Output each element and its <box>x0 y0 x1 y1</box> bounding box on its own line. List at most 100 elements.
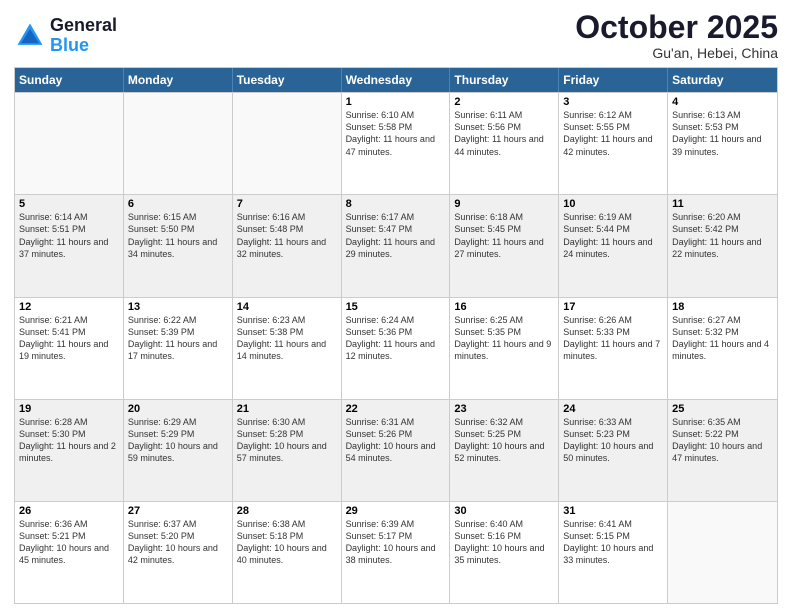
table-row: 6Sunrise: 6:15 AM Sunset: 5:50 PM Daylig… <box>124 195 233 296</box>
table-row: 18Sunrise: 6:27 AM Sunset: 5:32 PM Dayli… <box>668 298 777 399</box>
day-number: 27 <box>128 505 228 517</box>
calendar-week-4: 19Sunrise: 6:28 AM Sunset: 5:30 PM Dayli… <box>15 399 777 501</box>
day-number: 30 <box>454 505 554 517</box>
table-row <box>668 502 777 603</box>
table-row: 15Sunrise: 6:24 AM Sunset: 5:36 PM Dayli… <box>342 298 451 399</box>
table-row: 5Sunrise: 6:14 AM Sunset: 5:51 PM Daylig… <box>15 195 124 296</box>
day-number: 31 <box>563 505 663 517</box>
logo: General Blue <box>14 16 117 56</box>
day-number: 22 <box>346 403 446 415</box>
day-info: Sunrise: 6:31 AM Sunset: 5:26 PM Dayligh… <box>346 416 446 465</box>
day-info: Sunrise: 6:37 AM Sunset: 5:20 PM Dayligh… <box>128 518 228 567</box>
day-info: Sunrise: 6:26 AM Sunset: 5:33 PM Dayligh… <box>563 314 663 363</box>
day-number: 1 <box>346 96 446 108</box>
day-info: Sunrise: 6:20 AM Sunset: 5:42 PM Dayligh… <box>672 211 773 260</box>
table-row: 19Sunrise: 6:28 AM Sunset: 5:30 PM Dayli… <box>15 400 124 501</box>
table-row: 10Sunrise: 6:19 AM Sunset: 5:44 PM Dayli… <box>559 195 668 296</box>
logo-line2: Blue <box>50 35 89 55</box>
table-row: 26Sunrise: 6:36 AM Sunset: 5:21 PM Dayli… <box>15 502 124 603</box>
weekday-friday: Friday <box>559 68 668 92</box>
calendar-body: 1Sunrise: 6:10 AM Sunset: 5:58 PM Daylig… <box>15 92 777 603</box>
table-row: 2Sunrise: 6:11 AM Sunset: 5:56 PM Daylig… <box>450 93 559 194</box>
day-number: 13 <box>128 301 228 313</box>
logo-text: General Blue <box>50 16 117 56</box>
day-info: Sunrise: 6:13 AM Sunset: 5:53 PM Dayligh… <box>672 109 773 158</box>
day-number: 8 <box>346 198 446 210</box>
day-number: 14 <box>237 301 337 313</box>
day-info: Sunrise: 6:38 AM Sunset: 5:18 PM Dayligh… <box>237 518 337 567</box>
table-row: 30Sunrise: 6:40 AM Sunset: 5:16 PM Dayli… <box>450 502 559 603</box>
day-number: 17 <box>563 301 663 313</box>
table-row: 21Sunrise: 6:30 AM Sunset: 5:28 PM Dayli… <box>233 400 342 501</box>
table-row: 25Sunrise: 6:35 AM Sunset: 5:22 PM Dayli… <box>668 400 777 501</box>
weekday-sunday: Sunday <box>15 68 124 92</box>
calendar-header: Sunday Monday Tuesday Wednesday Thursday… <box>15 68 777 92</box>
day-number: 26 <box>19 505 119 517</box>
day-number: 7 <box>237 198 337 210</box>
day-number: 6 <box>128 198 228 210</box>
day-number: 16 <box>454 301 554 313</box>
day-info: Sunrise: 6:10 AM Sunset: 5:58 PM Dayligh… <box>346 109 446 158</box>
day-number: 24 <box>563 403 663 415</box>
day-number: 9 <box>454 198 554 210</box>
day-info: Sunrise: 6:35 AM Sunset: 5:22 PM Dayligh… <box>672 416 773 465</box>
table-row: 9Sunrise: 6:18 AM Sunset: 5:45 PM Daylig… <box>450 195 559 296</box>
day-number: 5 <box>19 198 119 210</box>
day-info: Sunrise: 6:18 AM Sunset: 5:45 PM Dayligh… <box>454 211 554 260</box>
day-info: Sunrise: 6:12 AM Sunset: 5:55 PM Dayligh… <box>563 109 663 158</box>
day-number: 2 <box>454 96 554 108</box>
weekday-wednesday: Wednesday <box>342 68 451 92</box>
day-info: Sunrise: 6:23 AM Sunset: 5:38 PM Dayligh… <box>237 314 337 363</box>
day-info: Sunrise: 6:19 AM Sunset: 5:44 PM Dayligh… <box>563 211 663 260</box>
location-subtitle: Gu'an, Hebei, China <box>575 45 778 61</box>
day-info: Sunrise: 6:15 AM Sunset: 5:50 PM Dayligh… <box>128 211 228 260</box>
table-row: 16Sunrise: 6:25 AM Sunset: 5:35 PM Dayli… <box>450 298 559 399</box>
day-info: Sunrise: 6:21 AM Sunset: 5:41 PM Dayligh… <box>19 314 119 363</box>
table-row: 17Sunrise: 6:26 AM Sunset: 5:33 PM Dayli… <box>559 298 668 399</box>
weekday-tuesday: Tuesday <box>233 68 342 92</box>
day-number: 28 <box>237 505 337 517</box>
table-row: 13Sunrise: 6:22 AM Sunset: 5:39 PM Dayli… <box>124 298 233 399</box>
day-number: 20 <box>128 403 228 415</box>
day-info: Sunrise: 6:29 AM Sunset: 5:29 PM Dayligh… <box>128 416 228 465</box>
day-number: 10 <box>563 198 663 210</box>
weekday-saturday: Saturday <box>668 68 777 92</box>
page: General Blue October 2025 Gu'an, Hebei, … <box>0 0 792 612</box>
day-number: 11 <box>672 198 773 210</box>
day-number: 4 <box>672 96 773 108</box>
table-row: 4Sunrise: 6:13 AM Sunset: 5:53 PM Daylig… <box>668 93 777 194</box>
day-number: 3 <box>563 96 663 108</box>
table-row: 1Sunrise: 6:10 AM Sunset: 5:58 PM Daylig… <box>342 93 451 194</box>
table-row <box>124 93 233 194</box>
table-row: 27Sunrise: 6:37 AM Sunset: 5:20 PM Dayli… <box>124 502 233 603</box>
table-row <box>15 93 124 194</box>
day-info: Sunrise: 6:40 AM Sunset: 5:16 PM Dayligh… <box>454 518 554 567</box>
title-block: October 2025 Gu'an, Hebei, China <box>575 10 778 61</box>
day-number: 25 <box>672 403 773 415</box>
table-row <box>233 93 342 194</box>
day-number: 19 <box>19 403 119 415</box>
day-info: Sunrise: 6:30 AM Sunset: 5:28 PM Dayligh… <box>237 416 337 465</box>
table-row: 29Sunrise: 6:39 AM Sunset: 5:17 PM Dayli… <box>342 502 451 603</box>
weekday-monday: Monday <box>124 68 233 92</box>
calendar: Sunday Monday Tuesday Wednesday Thursday… <box>14 67 778 604</box>
day-info: Sunrise: 6:36 AM Sunset: 5:21 PM Dayligh… <box>19 518 119 567</box>
table-row: 7Sunrise: 6:16 AM Sunset: 5:48 PM Daylig… <box>233 195 342 296</box>
day-info: Sunrise: 6:16 AM Sunset: 5:48 PM Dayligh… <box>237 211 337 260</box>
day-number: 23 <box>454 403 554 415</box>
day-info: Sunrise: 6:33 AM Sunset: 5:23 PM Dayligh… <box>563 416 663 465</box>
logo-line1: General <box>50 16 117 36</box>
day-info: Sunrise: 6:17 AM Sunset: 5:47 PM Dayligh… <box>346 211 446 260</box>
day-info: Sunrise: 6:24 AM Sunset: 5:36 PM Dayligh… <box>346 314 446 363</box>
day-info: Sunrise: 6:28 AM Sunset: 5:30 PM Dayligh… <box>19 416 119 465</box>
calendar-week-1: 1Sunrise: 6:10 AM Sunset: 5:58 PM Daylig… <box>15 92 777 194</box>
day-info: Sunrise: 6:14 AM Sunset: 5:51 PM Dayligh… <box>19 211 119 260</box>
table-row: 11Sunrise: 6:20 AM Sunset: 5:42 PM Dayli… <box>668 195 777 296</box>
day-info: Sunrise: 6:22 AM Sunset: 5:39 PM Dayligh… <box>128 314 228 363</box>
calendar-week-5: 26Sunrise: 6:36 AM Sunset: 5:21 PM Dayli… <box>15 501 777 603</box>
table-row: 8Sunrise: 6:17 AM Sunset: 5:47 PM Daylig… <box>342 195 451 296</box>
day-number: 15 <box>346 301 446 313</box>
weekday-thursday: Thursday <box>450 68 559 92</box>
day-info: Sunrise: 6:39 AM Sunset: 5:17 PM Dayligh… <box>346 518 446 567</box>
calendar-week-2: 5Sunrise: 6:14 AM Sunset: 5:51 PM Daylig… <box>15 194 777 296</box>
